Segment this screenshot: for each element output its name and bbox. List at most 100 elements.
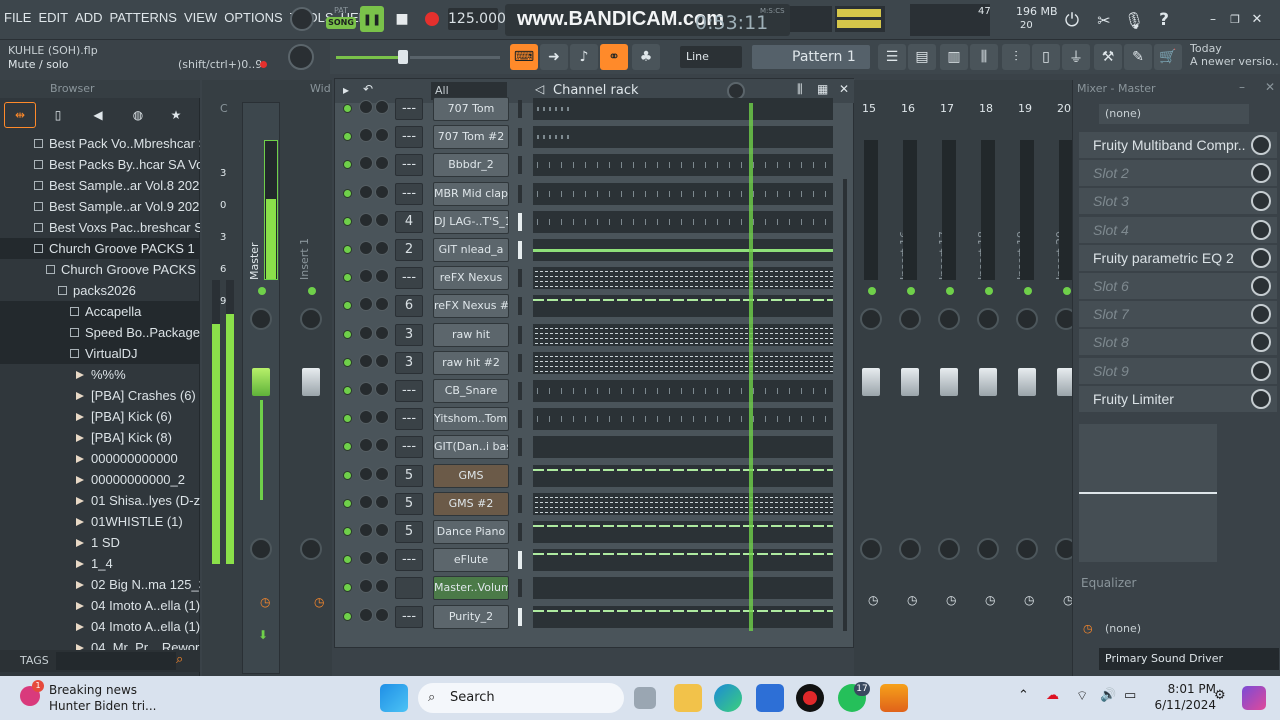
stop-button[interactable]: ■ bbox=[390, 6, 414, 32]
plugin-icon[interactable]: ⏚ bbox=[1062, 44, 1090, 70]
volume-icon[interactable]: 🔊 bbox=[1100, 688, 1116, 703]
channel-pan-knob[interactable] bbox=[359, 212, 373, 227]
browser-item[interactable]: 01 Shisa..lyes (D-zay bbox=[0, 490, 200, 511]
insert-fader[interactable] bbox=[979, 368, 997, 396]
power-icon[interactable]: ⏻ bbox=[1060, 8, 1084, 32]
channel-rack-icon[interactable]: ▥ bbox=[940, 44, 968, 70]
step-edit-icon[interactable]: ➜ bbox=[540, 44, 568, 70]
effect-slot[interactable]: Fruity Multiband Compr.. bbox=[1079, 132, 1277, 158]
channel-mixer-track[interactable]: --- bbox=[395, 380, 423, 402]
channel-volume-knob[interactable] bbox=[375, 100, 389, 114]
insert-led[interactable] bbox=[907, 287, 915, 295]
insert-1-route-icon[interactable]: ◷ bbox=[314, 595, 324, 609]
channel-mute-led[interactable] bbox=[343, 132, 352, 142]
effect-slot[interactable]: Fruity Limiter bbox=[1079, 385, 1277, 412]
equalizer-graph[interactable] bbox=[1079, 424, 1217, 562]
channel-mixer-track[interactable]: --- bbox=[395, 126, 423, 149]
insert-pan-knob[interactable] bbox=[860, 308, 882, 330]
typing-keyboard-icon[interactable]: ⌨ bbox=[510, 44, 538, 70]
help-icon[interactable]: ? bbox=[1152, 8, 1176, 32]
effect-mix-knob[interactable] bbox=[1251, 388, 1271, 409]
channel-volume-knob[interactable] bbox=[375, 269, 389, 284]
wrench-icon[interactable]: ⚒ bbox=[1094, 44, 1122, 70]
menu-item-view[interactable]: VIEW bbox=[184, 10, 217, 25]
effect-mix-knob[interactable] bbox=[1251, 135, 1271, 155]
channel-name-button[interactable]: Bbbdr_2 bbox=[433, 153, 509, 178]
effect-mix-knob[interactable] bbox=[1251, 332, 1271, 353]
channel-name-button[interactable]: GIT nlead_a bbox=[433, 238, 509, 262]
channel-pattern-lane[interactable] bbox=[533, 98, 833, 120]
browser-item[interactable]: Best Sample..ar Vol.9 2023 bbox=[0, 196, 200, 217]
notification-icon[interactable]: ⚙ bbox=[1214, 688, 1226, 703]
channel-select-indicator[interactable] bbox=[518, 607, 522, 626]
insert-led[interactable] bbox=[868, 287, 876, 295]
effect-slot[interactable]: Slot 8 bbox=[1079, 329, 1277, 356]
channel-volume-knob[interactable] bbox=[375, 607, 389, 622]
channel-pattern-lane[interactable] bbox=[533, 154, 833, 177]
channel-mixer-track[interactable] bbox=[395, 577, 423, 600]
channel-pan-knob[interactable] bbox=[359, 156, 373, 171]
browser-item[interactable]: Best Sample..ar Vol.8 2023 bbox=[0, 175, 200, 196]
channel-mute-led[interactable] bbox=[343, 386, 352, 395]
channel-select-indicator[interactable] bbox=[518, 297, 522, 316]
channel-volume-knob[interactable] bbox=[375, 438, 389, 453]
browser-item[interactable]: 00000000000_2 bbox=[0, 469, 200, 490]
insert-stereo-knob[interactable] bbox=[899, 538, 921, 560]
channel-mixer-track[interactable]: 5 bbox=[395, 521, 423, 543]
clock-date[interactable]: 6/11/2024 bbox=[1146, 698, 1216, 712]
search-icon[interactable]: ⌕ bbox=[176, 652, 183, 667]
metronome-icon[interactable]: ♣ bbox=[632, 44, 660, 70]
channel-pan-knob[interactable] bbox=[359, 607, 373, 622]
channel-mute-led[interactable] bbox=[343, 104, 352, 113]
task-view-icon[interactable] bbox=[634, 687, 656, 709]
effect-slot[interactable]: Fruity parametric EQ 2 bbox=[1079, 244, 1277, 271]
channel-select-indicator[interactable] bbox=[518, 579, 522, 598]
wifi-icon[interactable]: ⌔ bbox=[1076, 688, 1088, 704]
channel-select-indicator[interactable] bbox=[518, 269, 522, 288]
channel-mixer-track[interactable]: --- bbox=[395, 549, 423, 572]
browser-item[interactable]: Accapella bbox=[0, 301, 200, 322]
taskbar-search[interactable]: ⌕ Search bbox=[418, 683, 624, 713]
channel-name-button[interactable]: eFlute bbox=[433, 548, 509, 573]
menu-item-file[interactable]: FILE bbox=[4, 10, 31, 25]
browser-item[interactable]: 1 SD bbox=[0, 532, 200, 553]
channel-name-button[interactable]: Yitshom..Tom 1 bbox=[433, 407, 509, 432]
channel-pattern-lane[interactable] bbox=[533, 210, 833, 233]
channel-mixer-track[interactable]: 3 bbox=[395, 323, 423, 346]
mixer-master-minimize-icon[interactable]: – bbox=[1239, 80, 1245, 94]
channel-pattern-lane[interactable] bbox=[533, 239, 833, 261]
insert-led[interactable] bbox=[1024, 287, 1032, 295]
channel-pattern-lane[interactable] bbox=[533, 182, 833, 205]
effect-slot[interactable]: Slot 2 bbox=[1079, 160, 1277, 187]
channel-mute-led[interactable] bbox=[343, 216, 352, 226]
browser-plugins-icon[interactable]: ◀ bbox=[84, 104, 112, 126]
channel-volume-knob[interactable] bbox=[375, 128, 389, 143]
minimize-icon[interactable]: – bbox=[1204, 10, 1222, 28]
channel-pan-knob[interactable] bbox=[359, 382, 373, 396]
channel-select-indicator[interactable] bbox=[518, 382, 522, 400]
channel-select-indicator[interactable] bbox=[518, 353, 522, 372]
channel-pan-knob[interactable] bbox=[359, 128, 373, 143]
channel-volume-knob[interactable] bbox=[375, 579, 389, 594]
channel-pan-knob[interactable] bbox=[359, 579, 373, 594]
channel-name-button[interactable]: MBR Mid clap bbox=[433, 181, 509, 206]
file-explorer-icon[interactable] bbox=[674, 684, 702, 712]
windows-start-icon[interactable] bbox=[380, 684, 408, 712]
effect-mix-knob[interactable] bbox=[1251, 304, 1271, 325]
insert-stereo-knob[interactable] bbox=[977, 538, 999, 560]
effect-slot[interactable]: Slot 6 bbox=[1079, 273, 1277, 299]
channel-name-button[interactable]: reFX Nexus #2 bbox=[433, 294, 509, 319]
effect-mix-knob[interactable] bbox=[1251, 247, 1271, 268]
channel-pan-knob[interactable] bbox=[359, 297, 373, 312]
driver-select[interactable]: Primary Sound Driver bbox=[1099, 648, 1279, 670]
insert-fader[interactable] bbox=[940, 368, 958, 396]
insert-pan-knob[interactable] bbox=[938, 308, 960, 330]
store-icon[interactable] bbox=[756, 684, 784, 712]
master-volume-slider-handle[interactable] bbox=[398, 50, 408, 64]
fl-studio-icon[interactable] bbox=[880, 684, 908, 712]
browser-item[interactable]: 04 Imoto A..ella (1)_4 bbox=[0, 595, 200, 616]
channel-mute-led[interactable] bbox=[343, 301, 352, 311]
pattern-selector[interactable]: Pattern 1 bbox=[752, 45, 870, 69]
browser-item[interactable]: [PBA] Kick (8) bbox=[0, 427, 200, 448]
channel-name-button[interactable]: Purity_2 bbox=[433, 604, 509, 629]
